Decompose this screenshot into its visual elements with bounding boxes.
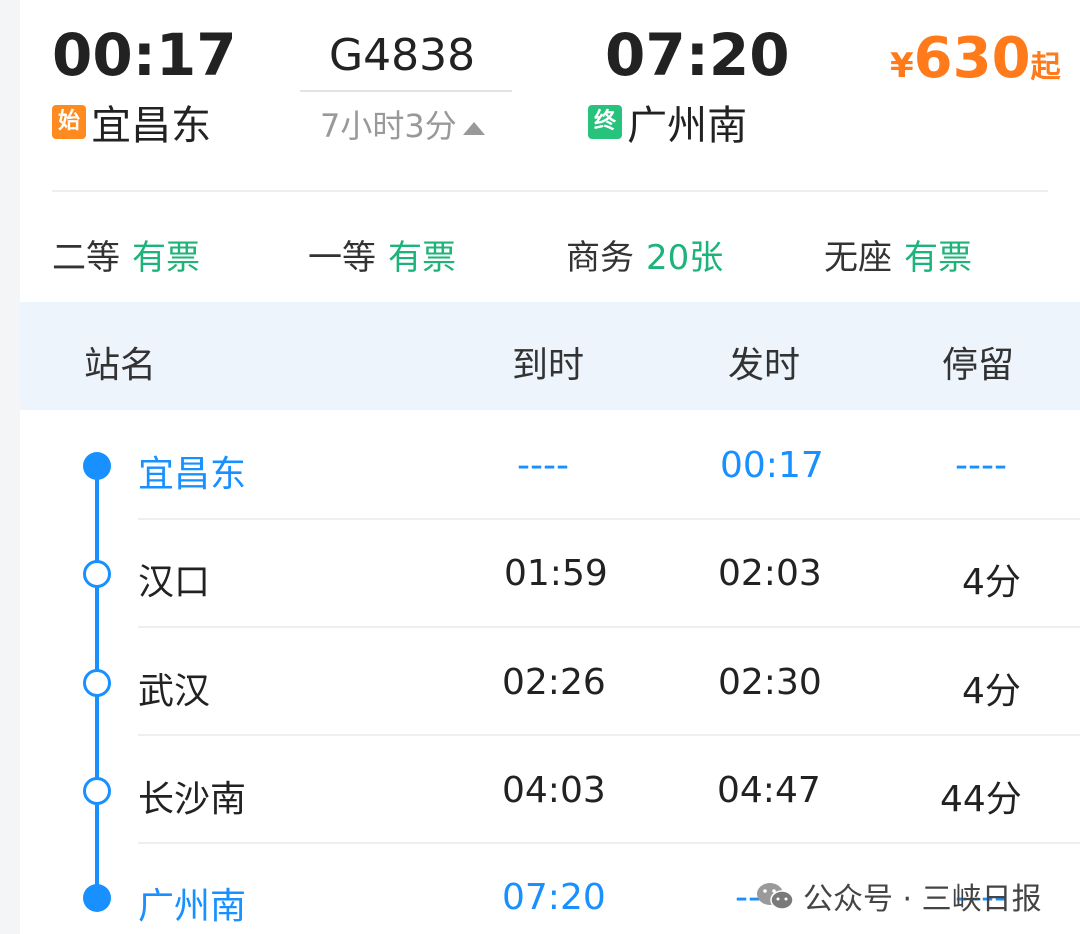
row-arrive: 02:26 xyxy=(502,662,606,703)
stop-dot-start xyxy=(83,452,111,480)
seat-class-label: 一等 xyxy=(308,238,376,278)
row-depart: 02:03 xyxy=(718,553,822,594)
row-stop: 44分 xyxy=(940,779,1022,820)
header-depart: 发时 xyxy=(728,345,801,386)
row-divider xyxy=(138,626,1080,628)
seat-standing[interactable]: 无座 有票 xyxy=(824,230,972,279)
price-suffix: 起 xyxy=(1030,50,1061,85)
seat-class-label: 二等 xyxy=(52,238,120,278)
row-depart: 04:47 xyxy=(717,770,821,811)
price: ¥630起 xyxy=(890,26,1061,91)
row-station[interactable]: 宜昌东 xyxy=(138,445,246,497)
seat-first-class[interactable]: 一等 有票 xyxy=(308,230,456,279)
row-stop: 4分 xyxy=(962,562,1021,603)
header-arrive: 到时 xyxy=(512,345,585,386)
row-stop: 4分 xyxy=(962,671,1021,712)
row-arrive: 04:03 xyxy=(502,770,606,811)
duration-text: 7小时3分 xyxy=(320,107,457,145)
stop-dot xyxy=(83,669,111,697)
stop-dot xyxy=(83,560,111,588)
header-stop: 停留 xyxy=(942,345,1015,386)
stop-dot xyxy=(83,777,111,805)
row-depart: 02:30 xyxy=(718,662,822,703)
train-number[interactable]: G4838 xyxy=(329,34,475,78)
seat-business-class[interactable]: 商务 20张 xyxy=(566,230,723,279)
seat-availability: 有票 xyxy=(904,238,972,278)
row-arrive: 07:20 xyxy=(502,877,606,918)
start-badge: 始 xyxy=(52,105,86,139)
row-arrive: ---- xyxy=(517,445,569,486)
duration-toggle[interactable]: 7小时3分 xyxy=(320,110,485,142)
seat-second-class[interactable]: 二等 有票 xyxy=(52,230,200,279)
row-station[interactable]: 武汉 xyxy=(138,662,210,714)
row-divider xyxy=(138,734,1080,736)
end-station-name: 广州南 xyxy=(627,103,748,149)
stop-dot-end xyxy=(83,884,111,912)
currency-symbol: ¥ xyxy=(890,46,914,86)
start-station: 始 宜昌东 xyxy=(52,103,212,149)
watermark: 公众号 · 三峡日报 xyxy=(755,874,1042,918)
row-station[interactable]: 广州南 xyxy=(138,877,246,929)
row-stop: ---- xyxy=(955,445,1007,486)
price-amount: 630 xyxy=(913,26,1031,91)
end-badge: 终 xyxy=(588,105,622,139)
row-station[interactable]: 汉口 xyxy=(138,553,210,605)
row-divider xyxy=(138,842,1080,844)
header-divider xyxy=(52,190,1048,192)
row-station[interactable]: 长沙南 xyxy=(138,770,246,822)
header-station: 站名 xyxy=(84,345,157,386)
start-station-name: 宜昌东 xyxy=(91,103,212,149)
depart-time: 00:17 xyxy=(52,21,237,89)
wechat-icon xyxy=(757,883,794,910)
arrive-time: 07:20 xyxy=(605,21,790,89)
row-depart: 00:17 xyxy=(720,445,824,486)
train-number-underline xyxy=(300,90,512,92)
seat-class-label: 无座 xyxy=(824,238,892,278)
timetable-header: 站名 到时 发时 停留 xyxy=(20,302,1080,410)
row-divider xyxy=(138,518,1080,520)
seat-availability: 20张 xyxy=(646,238,724,278)
seat-class-label: 商务 xyxy=(566,238,634,278)
collapse-triangle-icon[interactable] xyxy=(462,122,485,135)
end-station: 终 广州南 xyxy=(588,103,748,149)
seat-availability: 有票 xyxy=(132,238,200,278)
train-detail-card: 00:17 G4838 07:20 ¥630起 始 宜昌东 7小时3分 终 广州… xyxy=(20,0,1080,934)
row-arrive: 01:59 xyxy=(504,553,608,594)
watermark-text: 公众号 · 三峡日报 xyxy=(803,882,1042,917)
seat-availability: 有票 xyxy=(388,238,456,278)
